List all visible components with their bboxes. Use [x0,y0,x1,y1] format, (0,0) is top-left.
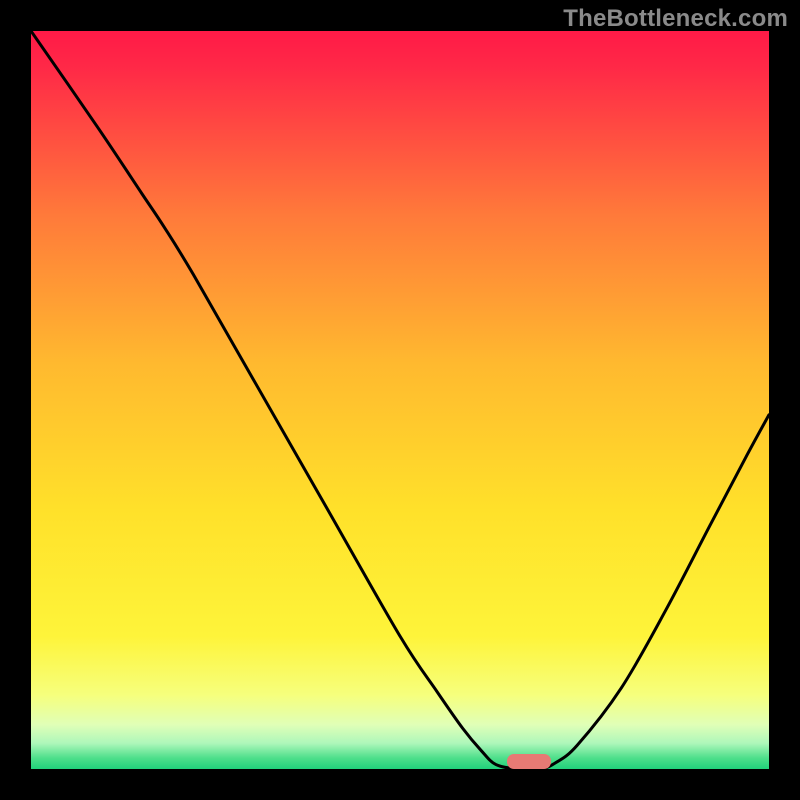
plot-area [31,31,769,769]
watermark-text: TheBottleneck.com [563,5,788,33]
optimum-marker [507,754,551,769]
bottleneck-curve [31,31,769,769]
chart-frame: TheBottleneck.com [0,0,800,800]
